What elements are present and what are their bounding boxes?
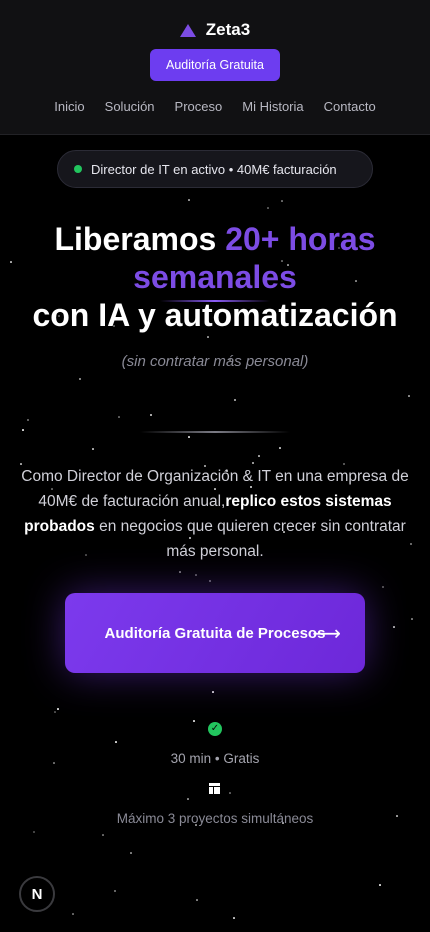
star-dot xyxy=(118,416,120,418)
star-dot xyxy=(212,691,214,693)
star-dot xyxy=(27,419,29,421)
star-dot xyxy=(379,884,381,886)
hero-description: Como Director de Organización & IT en un… xyxy=(12,464,418,564)
nav-contacto[interactable]: Contacto xyxy=(324,99,376,114)
hero-title-highlight-1: 20+ horas xyxy=(225,221,376,257)
session-info: 30 min • Gratis xyxy=(170,751,260,766)
star-dot xyxy=(267,207,269,209)
star-dot xyxy=(281,200,283,202)
section-divider xyxy=(140,431,290,433)
description-part-2: en negocios que quieren crecer sin contr… xyxy=(94,518,406,560)
star-dot xyxy=(188,199,190,201)
star-dot xyxy=(195,574,197,576)
audit-cta-button[interactable]: Auditoría Gratuita de Procesos ⟶ xyxy=(65,593,365,673)
brand[interactable]: Zeta3 xyxy=(0,20,430,40)
star-dot xyxy=(188,436,190,438)
star-dot xyxy=(234,399,236,401)
hero-title-highlight-2: semanales xyxy=(133,259,297,295)
star-dot xyxy=(22,429,24,431)
star-dot xyxy=(229,792,231,794)
capacity-info: Máximo 3 proyectos simultáneos xyxy=(116,811,314,826)
star-dot xyxy=(114,890,116,892)
header-audit-button[interactable]: Auditoría Gratuita xyxy=(150,49,280,81)
layout-icon xyxy=(209,783,220,794)
star-dot xyxy=(382,586,384,588)
status-dot-icon xyxy=(74,165,82,173)
arrow-right-icon: ⟶ xyxy=(312,623,341,645)
star-dot xyxy=(130,852,132,854)
hero-title-part-1: Liberamos xyxy=(54,221,226,257)
star-dot xyxy=(209,580,211,582)
nav-mi-historia[interactable]: Mi Historia xyxy=(242,99,303,114)
star-dot xyxy=(279,447,281,449)
star-dot xyxy=(102,834,104,836)
title-underline xyxy=(160,300,270,302)
credentials-text: Director de IT en activo • 40M€ facturac… xyxy=(91,161,337,177)
star-dot xyxy=(150,414,152,416)
star-dot xyxy=(408,395,410,397)
star-dot xyxy=(196,899,198,901)
star-dot xyxy=(193,720,195,722)
site-header: Zeta3 Auditoría Gratuita Inicio Solución… xyxy=(0,0,430,135)
nav-inicio[interactable]: Inicio xyxy=(54,99,84,114)
nav-solucion[interactable]: Solución xyxy=(105,99,155,114)
audit-cta-label: Auditoría Gratuita de Procesos xyxy=(104,624,326,642)
star-dot xyxy=(115,741,117,743)
hero-title: Liberamos 20+ horas semanales con IA y a… xyxy=(0,220,430,334)
brand-name: Zeta3 xyxy=(205,20,251,39)
star-dot xyxy=(393,626,395,628)
star-dot xyxy=(233,917,235,919)
star-dot xyxy=(72,913,74,915)
star-dot xyxy=(54,711,56,713)
hero-subtitle: (sin contratar más personal) xyxy=(121,353,309,370)
star-dot xyxy=(179,571,181,573)
check-circle-icon: ✓ xyxy=(208,722,222,736)
star-dot xyxy=(207,336,209,338)
star-dot xyxy=(79,378,81,380)
brand-logo-icon xyxy=(179,23,196,37)
star-dot xyxy=(92,448,94,450)
star-dot xyxy=(258,455,260,457)
star-dot xyxy=(57,708,59,710)
star-dot xyxy=(411,618,413,620)
dev-badge-button[interactable]: N xyxy=(19,876,55,912)
star-dot xyxy=(33,831,35,833)
nav-proceso[interactable]: Proceso xyxy=(175,99,223,114)
main-nav: Inicio Solución Proceso Mi Historia Cont… xyxy=(0,99,430,114)
star-dot xyxy=(187,798,189,800)
credentials-badge: Director de IT en activo • 40M€ facturac… xyxy=(57,150,373,188)
